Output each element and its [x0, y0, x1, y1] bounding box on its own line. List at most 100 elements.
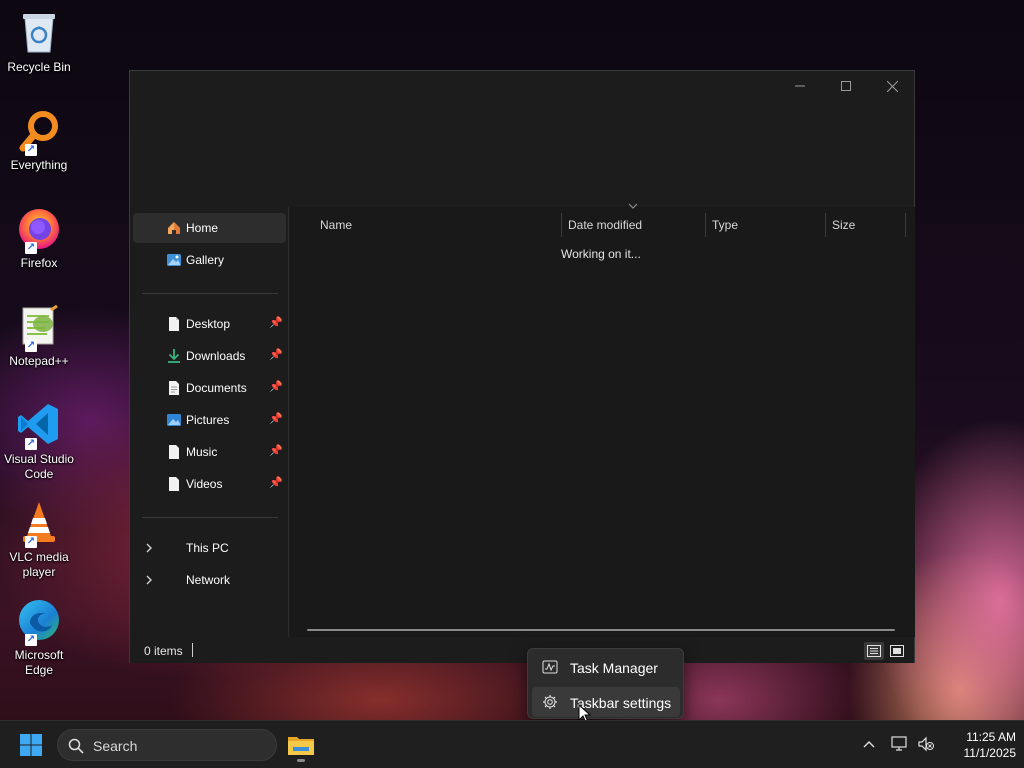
- desktop-icon-recycle-bin[interactable]: Recycle Bin: [2, 8, 76, 75]
- shortcut-arrow-icon: ↗: [25, 242, 37, 254]
- column-header-size[interactable]: Size: [832, 213, 904, 237]
- nav-item-label: Desktop: [186, 317, 231, 331]
- column-divider[interactable]: [705, 213, 706, 237]
- desktop-icon-notepad-plus-plus[interactable]: ↗ Notepad++: [2, 302, 76, 369]
- nav-item-gallery[interactable]: Gallery: [133, 245, 286, 275]
- file-explorer-window: Home Gallery Desktop 📌 Downloads 📌 Docum…: [129, 70, 915, 663]
- nav-item-label: Downloads: [186, 349, 246, 363]
- nav-item-home[interactable]: Home: [133, 213, 286, 243]
- nav-item-music[interactable]: Music 📌: [133, 437, 286, 467]
- item-count: 0 items: [144, 644, 183, 658]
- edge-icon: ↗: [15, 596, 63, 646]
- nav-item-downloads[interactable]: Downloads 📌: [133, 341, 286, 371]
- vscode-icon: ↗: [15, 400, 63, 450]
- status-bar: 0 items: [130, 637, 914, 663]
- details-view-button[interactable]: [864, 642, 884, 660]
- start-button[interactable]: [14, 731, 48, 759]
- menu-item-label: Task Manager: [570, 660, 658, 676]
- shortcut-arrow-icon: ↗: [25, 340, 37, 352]
- desktop-icon-label: Notepad++: [9, 354, 69, 368]
- column-divider[interactable]: [905, 213, 906, 237]
- nav-item-label: This PC: [186, 541, 229, 555]
- recycle-bin-icon: [15, 8, 63, 56]
- firefox-icon: ↗: [15, 204, 63, 254]
- notepad-plus-plus-icon: ↗: [15, 302, 63, 352]
- desktop-icon-vlc[interactable]: ↗ VLC media player: [2, 498, 76, 580]
- maximize-button[interactable]: [823, 71, 869, 101]
- column-divider[interactable]: [825, 213, 826, 237]
- nav-item-documents[interactable]: Documents 📌: [133, 373, 286, 403]
- volume-muted-icon: [918, 736, 934, 752]
- home-icon: [168, 222, 180, 234]
- chevron-right-icon[interactable]: [143, 573, 155, 587]
- desktop-icon-label: Visual Studio Code: [4, 452, 74, 481]
- minimize-button[interactable]: [777, 71, 823, 101]
- pin-icon[interactable]: 📌: [269, 348, 283, 362]
- everything-icon: ↗: [15, 106, 63, 156]
- pictures-icon: [167, 414, 181, 426]
- show-hidden-icons-button[interactable]: [860, 735, 878, 753]
- nav-item-label: Pictures: [186, 413, 230, 427]
- nav-item-desktop[interactable]: Desktop 📌: [133, 309, 286, 339]
- taskbar[interactable]: Search 11:25 AM 11/1/2025: [0, 720, 1024, 768]
- nav-item-label: Documents: [186, 381, 247, 395]
- windows-logo-icon: [20, 734, 42, 756]
- pin-icon[interactable]: 📌: [269, 316, 283, 330]
- column-header-type[interactable]: Type: [712, 213, 824, 237]
- desktop-icon-label: Recycle Bin: [7, 60, 71, 74]
- pin-icon[interactable]: 📌: [269, 444, 283, 458]
- shortcut-arrow-icon: ↗: [25, 634, 37, 646]
- file-explorer-icon: [288, 737, 314, 755]
- music-icon: [169, 445, 179, 459]
- file-list[interactable]: Name Date modified Type Size Working on …: [290, 203, 915, 637]
- column-divider[interactable]: [561, 213, 562, 237]
- volume-button[interactable]: [917, 735, 935, 753]
- column-header-date-modified[interactable]: Date modified: [568, 213, 704, 237]
- nav-item-network[interactable]: Network: [133, 565, 286, 595]
- desktop-icon-label: Firefox: [20, 256, 58, 270]
- gallery-icon: [167, 254, 181, 266]
- close-icon: [886, 80, 898, 92]
- title-bar[interactable]: [130, 71, 914, 101]
- chevron-right-icon[interactable]: [143, 541, 155, 555]
- taskbar-search-box[interactable]: Search: [57, 729, 277, 761]
- nav-divider: [142, 517, 278, 518]
- nav-item-this-pc[interactable]: This PC: [133, 533, 286, 563]
- gear-icon: [543, 695, 557, 709]
- details-view-icon: [867, 645, 881, 657]
- nav-divider: [142, 293, 278, 294]
- shortcut-arrow-icon: ↗: [25, 536, 37, 548]
- pin-icon[interactable]: 📌: [269, 476, 283, 490]
- menu-item-task-manager[interactable]: Task Manager: [532, 652, 680, 682]
- menu-item-taskbar-settings[interactable]: Taskbar settings: [532, 687, 680, 717]
- documents-icon: [169, 381, 179, 395]
- nav-item-videos[interactable]: Videos 📌: [133, 469, 286, 499]
- column-header-name[interactable]: Name: [320, 213, 560, 237]
- nav-item-pictures[interactable]: Pictures 📌: [133, 405, 286, 435]
- desktop-icon-vscode[interactable]: ↗ Visual Studio Code: [2, 400, 76, 482]
- chevron-up-icon: [863, 741, 875, 748]
- close-button[interactable]: [869, 71, 915, 101]
- nav-item-label: Home: [186, 221, 219, 235]
- navigation-pane: Home Gallery Desktop 📌 Downloads 📌 Docum…: [130, 207, 289, 637]
- network-status-button[interactable]: [891, 735, 909, 753]
- desktop-icon-label: Everything: [10, 158, 68, 172]
- tiles-view-button[interactable]: [887, 642, 907, 660]
- nav-item-label: Music: [186, 445, 218, 459]
- horizontal-scrollbar[interactable]: [307, 629, 895, 631]
- pin-icon[interactable]: 📌: [269, 412, 283, 426]
- taskbar-context-menu: Task Manager Taskbar settings: [527, 648, 684, 719]
- nav-item-label: Network: [186, 573, 231, 587]
- running-indicator: [297, 759, 305, 762]
- task-manager-icon: [542, 660, 558, 674]
- maximize-icon: [841, 81, 851, 91]
- desktop-icon-edge[interactable]: ↗ Microsoft Edge: [2, 596, 76, 678]
- pin-icon[interactable]: 📌: [269, 380, 283, 394]
- desktop-icon-firefox[interactable]: ↗ Firefox: [2, 204, 76, 271]
- desktop-icon-everything[interactable]: ↗ Everything: [2, 106, 76, 173]
- sort-chevron-icon: [628, 203, 638, 209]
- system-clock[interactable]: 11:25 AM 11/1/2025: [938, 729, 1017, 761]
- taskbar-file-explorer[interactable]: [283, 727, 319, 763]
- clock-time: 11:25 AM: [966, 730, 1016, 744]
- vlc-icon: ↗: [15, 498, 63, 548]
